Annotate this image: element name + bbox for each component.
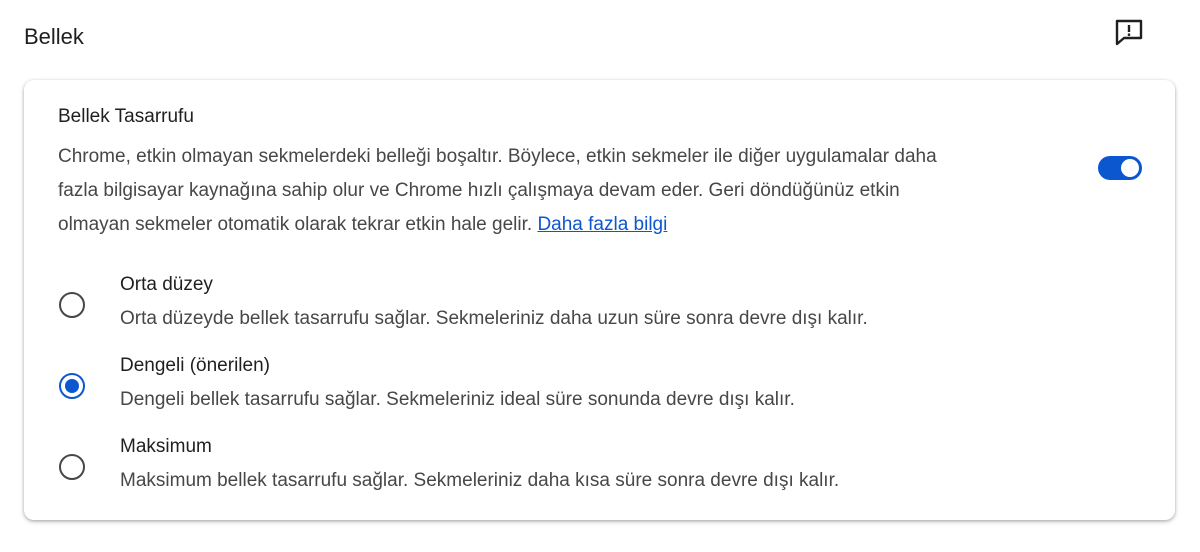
option-description: Orta düzeyde bellek tasarrufu sağlar. Se… xyxy=(120,308,868,329)
feedback-icon xyxy=(1115,19,1143,46)
description-line-1: Chrome, etkin olmayan sekmelerdeki belle… xyxy=(58,146,937,167)
learn-more-link[interactable]: Daha fazla bilgi xyxy=(537,214,667,235)
section-title: Bellek xyxy=(24,24,84,49)
memory-saver-description: Chrome, etkin olmayan sekmelerdeki belle… xyxy=(58,140,1078,242)
description-line-3: olmayan sekmeler otomatik olarak tekrar … xyxy=(58,214,538,235)
description-line-2: fazla bilgisayar kaynağına sahip olur ve… xyxy=(58,180,900,201)
option-label: Orta düzey xyxy=(120,274,213,295)
settings-page: Bellek Bellek Tasarrufu Chrome, etkin ol… xyxy=(0,0,1200,552)
radio-balanced[interactable] xyxy=(59,373,85,399)
radio-maximum[interactable] xyxy=(59,454,85,480)
option-label: Dengeli (önerilen) xyxy=(120,355,270,376)
toggle-knob xyxy=(1121,159,1139,177)
option-description: Maksimum bellek tasarrufu sağlar. Sekmel… xyxy=(120,470,840,491)
feedback-button[interactable] xyxy=(1110,14,1148,50)
option-description: Dengeli bellek tasarrufu sağlar. Sekmele… xyxy=(120,389,795,410)
radio-moderate[interactable] xyxy=(59,292,85,318)
memory-saver-title: Bellek Tasarrufu xyxy=(58,106,194,127)
memory-saver-card: Bellek Tasarrufu Chrome, etkin olmayan s… xyxy=(24,80,1175,520)
option-label: Maksimum xyxy=(120,436,212,457)
option-maximum[interactable]: Maksimum Maksimum bellek tasarrufu sağla… xyxy=(24,430,1175,502)
option-moderate[interactable]: Orta düzey Orta düzeyde bellek tasarrufu… xyxy=(24,268,1175,340)
option-balanced[interactable]: Dengeli (önerilen) Dengeli bellek tasarr… xyxy=(24,349,1175,421)
memory-saver-toggle[interactable] xyxy=(1098,156,1142,180)
